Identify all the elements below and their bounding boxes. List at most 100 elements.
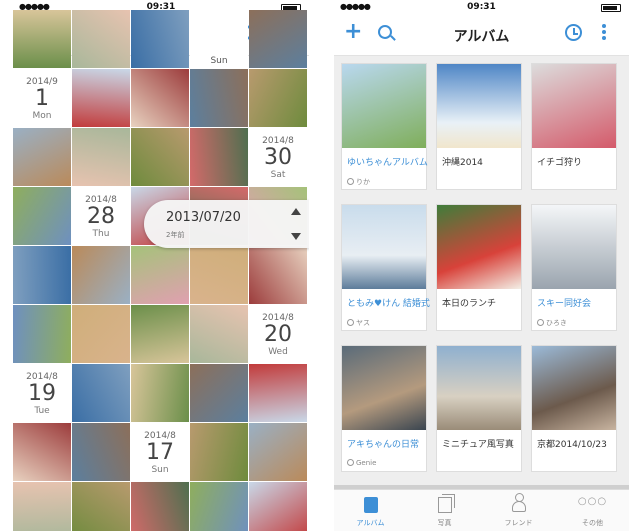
photo-thumbnail[interactable] xyxy=(249,10,307,68)
photo-thumbnail[interactable] xyxy=(249,69,307,127)
photo-thumbnail[interactable] xyxy=(249,423,307,481)
album-card[interactable]: 京都2014/10/23 xyxy=(531,345,617,472)
date-wd: Sat xyxy=(270,170,286,180)
photo-thumbnail[interactable] xyxy=(131,246,189,304)
album-card[interactable]: ミニチュア風写真 xyxy=(436,345,522,472)
battery-icon xyxy=(601,4,621,12)
photo-thumbnail[interactable] xyxy=(13,128,71,186)
date-scrubber-popup[interactable]: 2013/07/20 2年前 xyxy=(144,200,309,248)
album-owner: Genie xyxy=(347,459,376,467)
album-thumbnail xyxy=(532,205,616,289)
photo-thumbnail[interactable] xyxy=(13,187,71,245)
album-card[interactable]: アキちゃんの日常 Genie xyxy=(341,345,427,472)
status-bar: ●●●●● 09:31 xyxy=(334,0,629,14)
photo-thumbnail[interactable] xyxy=(72,246,130,304)
scroll-up-icon[interactable] xyxy=(291,208,301,215)
date-wd: Sun xyxy=(151,465,169,475)
album-title: 京都2014/10/23 xyxy=(537,440,607,450)
clock-icon[interactable] xyxy=(565,24,582,41)
person-icon xyxy=(347,319,354,326)
photo-thumbnail[interactable] xyxy=(13,482,71,531)
owner-name: ひろき xyxy=(546,319,567,327)
photo-thumbnail[interactable] xyxy=(190,423,248,481)
page-title: アルバム xyxy=(453,29,510,45)
photo-thumbnail[interactable] xyxy=(190,364,248,422)
photo-thumbnail[interactable] xyxy=(131,482,189,531)
kebab-icon[interactable] xyxy=(602,24,606,40)
date-day: 30 xyxy=(264,145,292,170)
album-card[interactable]: ともみ♥けん 結婚式ヤス xyxy=(341,204,430,331)
album-title: ミニチュア風写真 xyxy=(442,440,514,450)
photo-thumbnail[interactable] xyxy=(13,10,71,68)
date-wd: Mon xyxy=(32,111,52,121)
photo-thumbnail[interactable] xyxy=(13,305,71,363)
tab-album[interactable]: アルバム xyxy=(334,490,407,531)
album-title: 本日のランチ xyxy=(442,299,497,309)
tab-more[interactable]: ○○○ その他 xyxy=(556,490,629,531)
album-card[interactable]: 沖縄2014 xyxy=(436,63,522,190)
photo-thumbnail[interactable] xyxy=(131,69,189,127)
album-title: 沖縄2014 xyxy=(442,158,483,168)
date-cell: 2014/8 20 Wed xyxy=(249,305,307,363)
date-day: 20 xyxy=(264,322,292,347)
album-thumbnail xyxy=(532,346,616,430)
photo-thumbnail[interactable] xyxy=(131,364,189,422)
photos-screen: ●●●●● 09:31 整理 写真 Sun2014/91Mon2014/830S… xyxy=(13,0,309,531)
scroll-down-icon[interactable] xyxy=(291,233,301,240)
scrubber-relative: 2年前 xyxy=(166,231,185,239)
owner-name: ヤス xyxy=(356,319,370,327)
album-grid: ゆいちゃんアルバム りか 沖縄2014 イチゴ狩り ともみ♥けん 結婚式 ヤス 本日のランチ… xyxy=(334,57,629,485)
photo-thumbnail[interactable] xyxy=(131,10,189,68)
album-title: スキー同好会 xyxy=(537,299,592,309)
album-owner: りか xyxy=(347,177,370,187)
nav-bar: + アルバム xyxy=(334,14,629,56)
album-card[interactable]: 本日のランチ xyxy=(436,204,522,331)
date-day: 17 xyxy=(146,440,174,465)
friend-icon xyxy=(512,493,526,512)
tab-label: 写真 xyxy=(437,519,452,527)
photo-thumbnail[interactable] xyxy=(131,128,189,186)
photo-thumbnail[interactable] xyxy=(131,305,189,363)
photo-thumbnail[interactable] xyxy=(249,364,307,422)
album-thumbnail xyxy=(437,346,521,430)
photo-thumbnail[interactable] xyxy=(13,423,71,481)
album-thumbnail xyxy=(342,205,426,289)
album-card[interactable]: スキー同好会ひろき xyxy=(531,204,617,331)
photo-thumbnail[interactable] xyxy=(190,482,248,531)
photo-thumbnail[interactable] xyxy=(72,305,130,363)
photo-thumbnail[interactable] xyxy=(190,246,248,304)
photo-thumbnail[interactable] xyxy=(190,305,248,363)
photo-thumbnail[interactable] xyxy=(249,246,307,304)
album-title: ともみ♥けん 結婚式 xyxy=(347,299,430,309)
photo-icon xyxy=(438,494,455,513)
date-cell: 2014/8 17 Sun xyxy=(131,423,189,481)
photo-thumbnail[interactable] xyxy=(72,69,130,127)
photo-thumbnail[interactable] xyxy=(72,423,130,481)
tab-bar: アルバム 写真 フレンド ○○○ その他 xyxy=(334,489,629,531)
photo-thumbnail[interactable] xyxy=(72,10,130,68)
date-cell: 2014/8 28 Thu xyxy=(72,187,130,245)
album-thumbnail xyxy=(532,64,616,148)
date-wd: Thu xyxy=(92,229,110,239)
tab-photo[interactable]: 写真 xyxy=(408,490,481,531)
album-title: イチゴ狩り xyxy=(537,158,583,168)
photo-thumbnail[interactable] xyxy=(190,69,248,127)
date-wd: Tue xyxy=(34,406,50,416)
tab-friend[interactable]: フレンド xyxy=(482,490,555,531)
album-card[interactable]: イチゴ狩り xyxy=(531,63,617,190)
photo-thumbnail[interactable] xyxy=(13,246,71,304)
photo-thumbnail[interactable] xyxy=(249,482,307,531)
album-card[interactable]: ゆいちゃんアルバム りか xyxy=(341,63,428,190)
tab-label: アルバム xyxy=(356,519,385,527)
album-title: ゆいちゃんアルバム xyxy=(347,158,428,168)
photo-thumbnail[interactable] xyxy=(190,128,248,186)
date-day: 1 xyxy=(35,86,49,111)
album-thumbnail xyxy=(342,346,426,430)
album-owner: ヤス xyxy=(347,318,370,328)
date-cell: 2014/9 1 Mon xyxy=(13,69,71,127)
photo-thumbnail[interactable] xyxy=(72,482,130,531)
date-day: 28 xyxy=(87,204,115,229)
album-thumbnail xyxy=(437,205,521,289)
photo-thumbnail[interactable] xyxy=(72,364,130,422)
photo-thumbnail[interactable] xyxy=(72,128,130,186)
